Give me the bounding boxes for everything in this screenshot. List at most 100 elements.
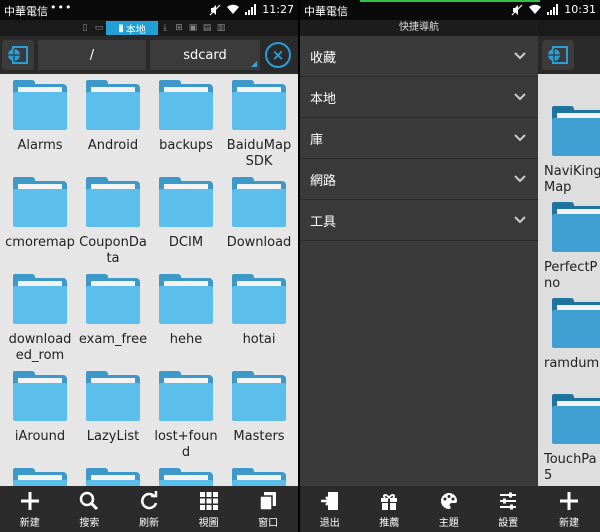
download-tab-icon[interactable]: ⤓ bbox=[158, 21, 172, 35]
settings-button[interactable]: 設置 bbox=[479, 486, 539, 532]
folder-item[interactable] bbox=[149, 468, 223, 486]
folder-icon bbox=[159, 274, 213, 324]
folder-name: Download bbox=[226, 235, 292, 250]
folder-name: hotai bbox=[242, 332, 276, 347]
drawer-item-label: 工具 bbox=[310, 214, 337, 230]
folder-item[interactable]: Download bbox=[222, 177, 296, 251]
close-path-button[interactable]: × bbox=[265, 42, 291, 68]
folder-name: backups bbox=[159, 138, 213, 153]
location-tabs: ▯ ▭ ▮ 本地 ⤓ ⊞ ▣ ▤ ▥ bbox=[0, 20, 298, 36]
cloud-tab-icon[interactable]: ▤ bbox=[200, 21, 214, 35]
folder-item[interactable]: PerfectP no bbox=[544, 202, 600, 292]
quick-navigation-drawer: 快捷導航 收藏 本地 庫 網路 工具 退出 推薦 主題 設置 bbox=[300, 20, 538, 532]
phone-icon: ▮ bbox=[118, 22, 124, 34]
tools-tab-icon[interactable]: ▥ bbox=[214, 21, 228, 35]
folder-item[interactable]: LazyList bbox=[76, 371, 150, 445]
palette-icon bbox=[438, 490, 460, 512]
folder-item[interactable] bbox=[3, 468, 77, 486]
navigation-menu-button[interactable] bbox=[2, 40, 34, 70]
signal-icon bbox=[547, 4, 559, 15]
path-bar: / sdcard × bbox=[0, 36, 298, 74]
lan-tab-icon[interactable]: ▣ bbox=[186, 21, 200, 35]
folder-name: downloaded_rom bbox=[8, 332, 72, 363]
drawer-item-network[interactable]: 網路 bbox=[300, 159, 538, 200]
folder-icon bbox=[232, 371, 286, 421]
search-icon bbox=[78, 490, 100, 512]
tab-local[interactable]: ▮ 本地 bbox=[106, 21, 158, 36]
mute-icon bbox=[209, 4, 221, 15]
breadcrumb-root[interactable]: / bbox=[38, 40, 146, 70]
folder-item[interactable] bbox=[222, 468, 296, 486]
new-button[interactable]: 新建 bbox=[0, 486, 60, 532]
folder-item[interactable]: hotai bbox=[222, 274, 296, 348]
tablet-tab-icon[interactable]: ▭ bbox=[92, 21, 106, 35]
folder-name: Alarms bbox=[17, 138, 63, 153]
windows-button[interactable]: 窗口 bbox=[238, 486, 298, 532]
drawer-item-library[interactable]: 庫 bbox=[300, 118, 538, 159]
folder-name: Masters bbox=[233, 429, 285, 444]
phone-tab-icon[interactable]: ▯ bbox=[78, 21, 92, 35]
drawer-item-label: 本地 bbox=[310, 91, 337, 107]
folder-item[interactable]: DCIM bbox=[149, 177, 223, 251]
settings-label: 設置 bbox=[498, 518, 519, 529]
bottom-toolbar: 新建 搜索 刷新 視圖 窗口 bbox=[0, 486, 298, 532]
theme-label: 主題 bbox=[438, 518, 459, 529]
folder-item[interactable]: BaiduMap SDK bbox=[222, 80, 296, 170]
exit-button[interactable]: 退出 bbox=[300, 486, 360, 532]
folder-icon bbox=[86, 80, 140, 130]
drawer-item-label: 庫 bbox=[310, 132, 324, 148]
folder-item[interactable]: TouchPa 5 bbox=[544, 394, 600, 484]
refresh-icon bbox=[138, 490, 160, 512]
background-toolbar: 新建 bbox=[538, 486, 600, 532]
exit-label: 退出 bbox=[319, 518, 340, 529]
folder-icon bbox=[552, 394, 600, 444]
folder-icon bbox=[232, 177, 286, 227]
drawer-item-label: 網路 bbox=[310, 173, 337, 189]
folder-item[interactable]: Android bbox=[76, 80, 150, 154]
globe-window-icon bbox=[548, 46, 568, 64]
folder-item[interactable]: downloaded_rom bbox=[3, 274, 77, 364]
wifi-icon bbox=[529, 4, 542, 14]
breadcrumb-sdcard[interactable]: sdcard bbox=[150, 40, 260, 70]
folder-icon bbox=[13, 371, 67, 421]
folder-item[interactable]: iAround bbox=[3, 371, 77, 445]
folder-item[interactable]: exam_free bbox=[76, 274, 150, 348]
navigation-menu-button[interactable] bbox=[542, 40, 574, 70]
folder-item[interactable] bbox=[76, 468, 150, 486]
folder-name: LazyList bbox=[86, 429, 140, 444]
theme-button[interactable]: 主題 bbox=[419, 486, 479, 532]
folder-item[interactable]: Masters bbox=[222, 371, 296, 445]
folder-item[interactable]: CouponData bbox=[76, 177, 150, 267]
folder-item[interactable]: backups bbox=[149, 80, 223, 154]
chevron-down-icon bbox=[514, 175, 526, 183]
new-button[interactable]: 新建 bbox=[538, 486, 600, 532]
drawer-item-local[interactable]: 本地 bbox=[300, 77, 538, 118]
folder-item[interactable]: hehe bbox=[149, 274, 223, 348]
refresh-button[interactable]: 刷新 bbox=[119, 486, 179, 532]
clock: 11:27 bbox=[262, 3, 294, 16]
drawer-toolbar: 退出 推薦 主題 設置 bbox=[300, 486, 538, 532]
folder-name: CouponData bbox=[79, 235, 147, 266]
drawer-item-favorites[interactable]: 收藏 bbox=[300, 36, 538, 77]
folder-item[interactable]: NaviKing Map bbox=[544, 106, 600, 196]
grid-view-icon bbox=[198, 490, 220, 512]
status-bar: 中華電信 ••• 11:27 bbox=[0, 0, 298, 20]
recommend-button[interactable]: 推薦 bbox=[360, 486, 420, 532]
view-button[interactable]: 視圖 bbox=[179, 486, 239, 532]
folder-item[interactable]: Alarms bbox=[3, 80, 77, 154]
network-tab-icon[interactable]: ⊞ bbox=[172, 21, 186, 35]
windows-icon bbox=[257, 490, 279, 512]
folder-item[interactable]: ramdum bbox=[544, 298, 600, 372]
tab-local-label: 本地 bbox=[125, 24, 146, 36]
folder-icon bbox=[232, 80, 286, 130]
chevron-down-icon bbox=[514, 52, 526, 60]
windows-label: 窗口 bbox=[258, 518, 279, 529]
folder-item[interactable]: lost+found bbox=[149, 371, 223, 461]
gift-icon bbox=[378, 490, 400, 512]
search-button[interactable]: 搜索 bbox=[60, 486, 120, 532]
carrier-name: 中華電信 bbox=[4, 5, 48, 18]
folder-item[interactable]: cmoremap bbox=[3, 177, 77, 251]
drawer-item-tools[interactable]: 工具 bbox=[300, 200, 538, 241]
plus-icon bbox=[19, 490, 41, 512]
folder-name: ramdum bbox=[544, 356, 600, 371]
